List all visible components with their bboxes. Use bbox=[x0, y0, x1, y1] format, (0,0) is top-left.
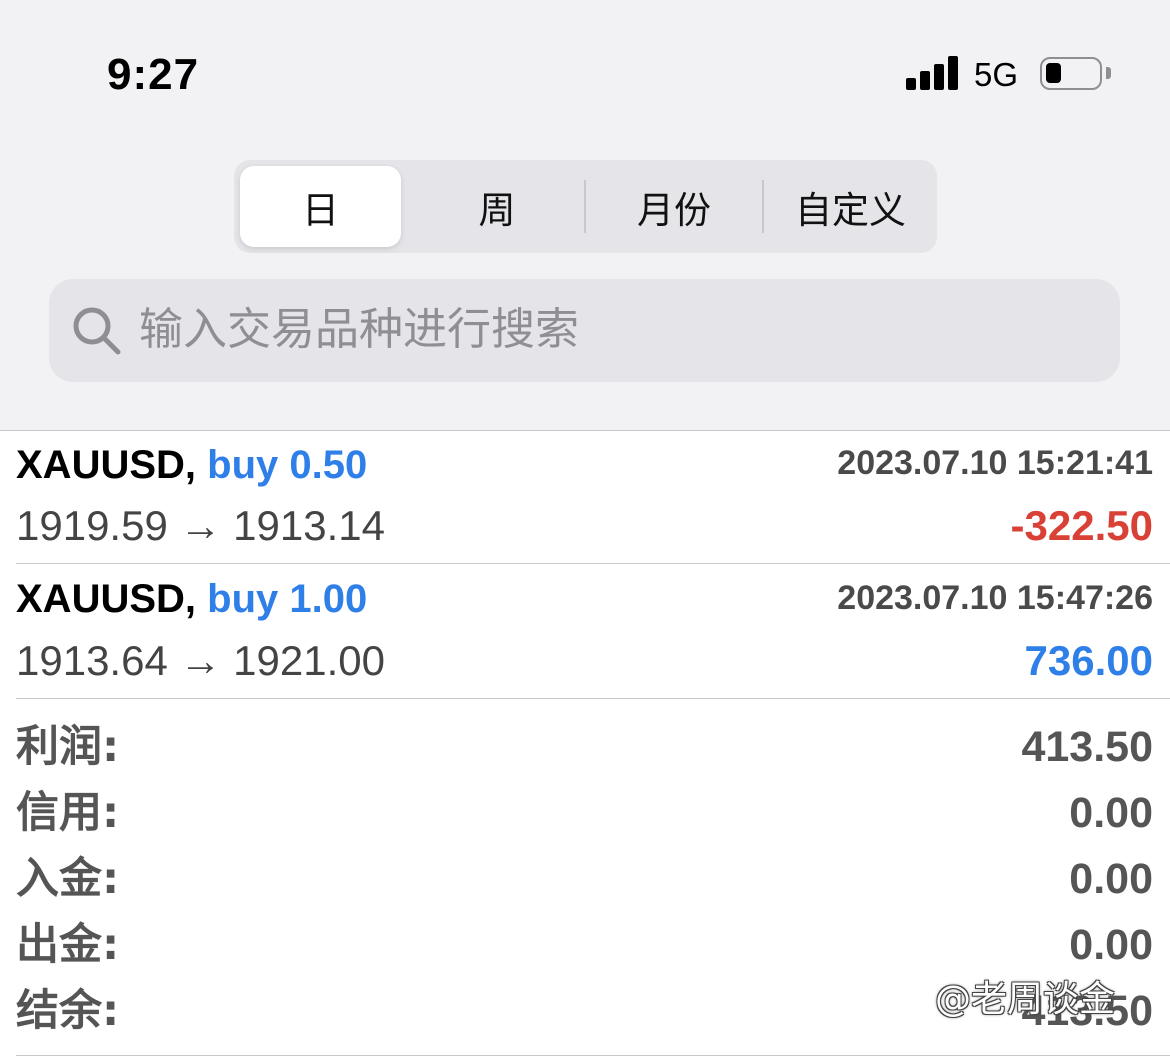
trade-symbol: XAUUSD, buy 1.00 bbox=[16, 575, 367, 623]
network-type: 5G bbox=[974, 56, 1019, 93]
tab-week[interactable]: 周 bbox=[412, 160, 582, 253]
search-icon bbox=[73, 307, 121, 355]
tab-custom[interactable]: 自定义 bbox=[764, 160, 937, 253]
summary-credit-value: 0.00 bbox=[1069, 789, 1153, 837]
trade-profit: -322.50 bbox=[1010, 502, 1153, 549]
divider bbox=[0, 430, 1170, 431]
summary-credit-label: 信用: bbox=[16, 788, 120, 838]
period-segmented-control: 日 周 月份 自定义 bbox=[234, 160, 937, 253]
battery-cap bbox=[1106, 67, 1111, 79]
summary-withdrawal-label: 出金: bbox=[16, 920, 120, 970]
battery-icon bbox=[1040, 57, 1102, 90]
search-placeholder: 输入交易品种进行搜索 bbox=[139, 304, 579, 355]
trade-profit: 736.00 bbox=[1024, 637, 1153, 684]
summary-profit-label: 利润: bbox=[16, 722, 120, 772]
summary-profit-value: 413.50 bbox=[1021, 723, 1153, 771]
battery-level bbox=[1046, 63, 1061, 83]
watermark: @老周谈金 bbox=[935, 979, 1116, 1020]
cellular-signal-icon bbox=[906, 56, 960, 90]
trade-side-volume: buy 1.00 bbox=[207, 577, 368, 621]
summary-deposit-label: 入金: bbox=[16, 854, 120, 904]
trade-symbol-name: XAUUSD, bbox=[16, 577, 197, 621]
divider bbox=[16, 563, 1170, 564]
trade-time: 2023.07.10 15:47:26 bbox=[837, 579, 1153, 617]
search-input[interactable]: 输入交易品种进行搜索 bbox=[49, 279, 1120, 382]
tab-month[interactable]: 月份 bbox=[586, 160, 762, 253]
summary-withdrawal-value: 0.00 bbox=[1069, 921, 1153, 969]
trade-prices: 1919.59 → 1913.14 bbox=[16, 502, 385, 549]
trade-prices: 1913.64 → 1921.00 bbox=[16, 637, 385, 684]
summary-deposit-value: 0.00 bbox=[1069, 855, 1153, 903]
tab-day[interactable]: 日 bbox=[240, 166, 401, 247]
divider bbox=[16, 1055, 1170, 1056]
divider bbox=[16, 698, 1170, 699]
trade-side-volume: buy 0.50 bbox=[207, 443, 368, 487]
status-time: 9:27 bbox=[107, 50, 200, 99]
trade-symbol-name: XAUUSD, bbox=[16, 443, 197, 487]
trade-symbol: XAUUSD, buy 0.50 bbox=[16, 441, 367, 489]
trade-time: 2023.07.10 15:21:41 bbox=[837, 444, 1153, 482]
summary-balance-label: 结余: bbox=[16, 986, 120, 1036]
